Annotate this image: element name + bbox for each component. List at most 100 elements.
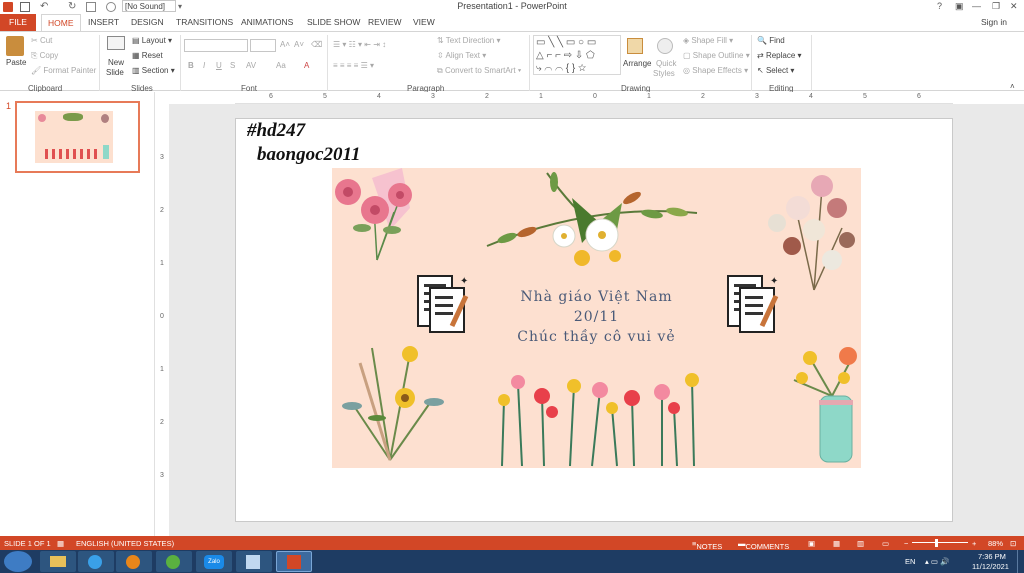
tab-animations[interactable]: ANIMATIONS [241,17,293,27]
flower-vase-icon [793,347,857,463]
show-desktop-button[interactable] [1017,550,1024,573]
new-slide-button-line2[interactable]: Slide [106,68,124,77]
replace-button[interactable]: ⇄ Replace ▾ [757,51,802,60]
tab-transitions[interactable]: TRANSITIONS [176,17,233,27]
copy-label: Copy [39,51,59,60]
clock-date[interactable]: 11/12/2021 [972,562,1009,571]
file-explorer-icon[interactable] [40,551,76,572]
align-text-button[interactable]: ⇳ Align Text ▾ [437,51,486,60]
new-slide-button[interactable]: New [108,58,124,67]
fit-slide-icon[interactable]: ⊡ [1010,539,1016,548]
change-case-button[interactable]: Aa [276,61,286,70]
ribbon-display-icon[interactable]: ▣ [955,1,964,12]
tab-insert[interactable]: INSERT [88,17,119,27]
tray-icons[interactable]: ▴ ▭ 🔊 [925,557,949,566]
tab-review[interactable]: REVIEW [368,17,402,27]
zoom-in-icon[interactable]: + [972,539,976,548]
svg-text:✦: ✦ [770,276,778,287]
increase-font-icon[interactable]: A˄ [280,40,290,49]
section-label: Section [141,66,169,75]
horizontal-ruler[interactable]: 6 5 4 3 2 1 0 1 2 3 4 5 6 [235,92,953,104]
paste-button[interactable]: Paste [6,58,26,67]
align-icons[interactable]: ≡ ≡ ≡ ≡ ☰ ▾ [333,61,374,70]
format-painter-button[interactable]: 🖌 Format Painter [31,66,96,75]
media-player-icon[interactable] [116,551,152,572]
powerpoint-taskbar-icon[interactable] [276,551,312,572]
zoom-slider[interactable] [912,542,968,543]
find-button[interactable]: 🔍 Find [757,36,785,45]
bold-button[interactable]: B [188,61,194,70]
zoom-slider-thumb[interactable] [935,539,938,547]
spellcheck-icon[interactable]: ▦ [57,539,64,548]
select-button[interactable]: ↖ Select ▾ [757,66,794,75]
paint-icon[interactable] [236,551,272,572]
slideshow-view-icon[interactable]: ▭ [882,539,889,548]
copy-button[interactable]: ⎘ Copy [31,51,58,61]
greeting-line-2[interactable]: 20/11 [332,309,861,325]
underline-button[interactable]: U [216,61,222,70]
clear-formatting-icon[interactable]: ⌫ [311,40,322,49]
sign-in-link[interactable]: Sign in [981,17,1007,27]
italic-button[interactable]: I [203,61,205,70]
font-size-input[interactable] [250,39,276,52]
reading-view-icon[interactable]: ▥ [857,539,864,548]
clock-time[interactable]: 7:36 PM [978,552,1006,561]
vertical-ruler[interactable]: 3 2 1 0 1 2 3 [158,118,168,522]
char-spacing-button[interactable]: AV [246,61,256,70]
new-slide-icon[interactable] [107,36,125,50]
font-name-input[interactable] [184,39,248,52]
tab-view[interactable]: VIEW [413,17,435,27]
zoom-level[interactable]: 88% [988,539,1003,548]
reset-button[interactable]: ▦ Reset [132,51,163,60]
shape-outline-button[interactable]: ▢ Shape Outline ▾ [683,51,750,60]
shapes-gallery[interactable]: ▭ ╲ ╲ ▭ ○ ▭ △ ⌐ ⌐ ⇨ ⇩ ⬠ ⤷ ⌒ ⌒ { } ☆ [533,35,621,75]
cut-button[interactable]: ✂ Cut [31,36,52,45]
arrange-icon[interactable] [627,38,643,54]
restore-icon[interactable]: ❐ [992,1,1000,12]
text-direction-label: Text Direction [445,36,495,45]
tab-slide-show[interactable]: SLIDE SHOW [307,17,360,27]
quick-styles-button[interactable]: Quick [656,59,676,68]
minimize-icon[interactable]: — [972,1,981,11]
shadow-button[interactable]: S [230,61,235,70]
close-icon[interactable]: ✕ [1010,1,1018,12]
internet-explorer-icon[interactable] [78,551,114,572]
quick-styles-icon[interactable] [657,38,673,54]
bullets-icon[interactable]: ☰ ▾ ☷ ▾ ⇤ ⇥ ↕ [333,40,386,49]
paste-icon[interactable] [6,36,24,56]
zalo-icon[interactable]: Zalo [196,551,232,572]
ruler-tick: 1 [160,260,164,267]
start-button-icon[interactable] [4,551,32,572]
separator [529,35,530,91]
layout-button[interactable]: ▤ Layout ▾ [132,36,172,45]
shape-effects-button[interactable]: ◎ Shape Effects ▾ [683,66,748,75]
comments-button[interactable]: ▬ COMMENTS [738,539,789,551]
ruler-tick: 0 [593,93,597,100]
text-direction-button[interactable]: ⇅ Text Direction ▾ [437,36,501,45]
tab-file[interactable]: FILE [0,14,36,31]
font-color-icon[interactable]: A [304,61,309,70]
shape-fill-button[interactable]: ◈ Shape Fill ▾ [683,36,733,45]
input-language[interactable]: EN [905,557,915,566]
zoom-out-icon[interactable]: − [904,539,908,548]
notes-button[interactable]: ≡ NOTES [692,539,722,551]
section-button[interactable]: ▥ Section ▾ [132,66,175,75]
slide-sorter-icon[interactable]: ▦ [833,539,840,548]
hashtag-text[interactable]: #hd247 [247,120,305,142]
normal-view-icon[interactable]: ▣ [808,539,815,548]
slide-thumbnail[interactable] [15,101,140,173]
arrange-button[interactable]: Arrange [623,59,651,68]
quick-styles-button-line2[interactable]: Styles [653,69,675,78]
greeting-line-1[interactable]: Nhà giáo Việt Nam [332,289,861,305]
decrease-font-icon[interactable]: A˅ [294,40,304,49]
username-text[interactable]: baongoc2011 [257,144,360,166]
help-button[interactable]: ? [937,1,942,11]
thumbnail-preview [35,111,113,163]
coccoc-browser-icon[interactable] [156,551,192,572]
language-status[interactable]: ENGLISH (UNITED STATES) [76,539,174,548]
smartart-button[interactable]: ⧉ Convert to SmartArt ▾ [437,66,521,76]
tab-design[interactable]: DESIGN [131,17,164,27]
collapse-ribbon-icon[interactable]: ˄ [1010,82,1015,91]
greeting-line-3[interactable]: Chúc thầy cô vui vẻ [332,329,861,345]
tab-home[interactable]: HOME [41,14,81,32]
